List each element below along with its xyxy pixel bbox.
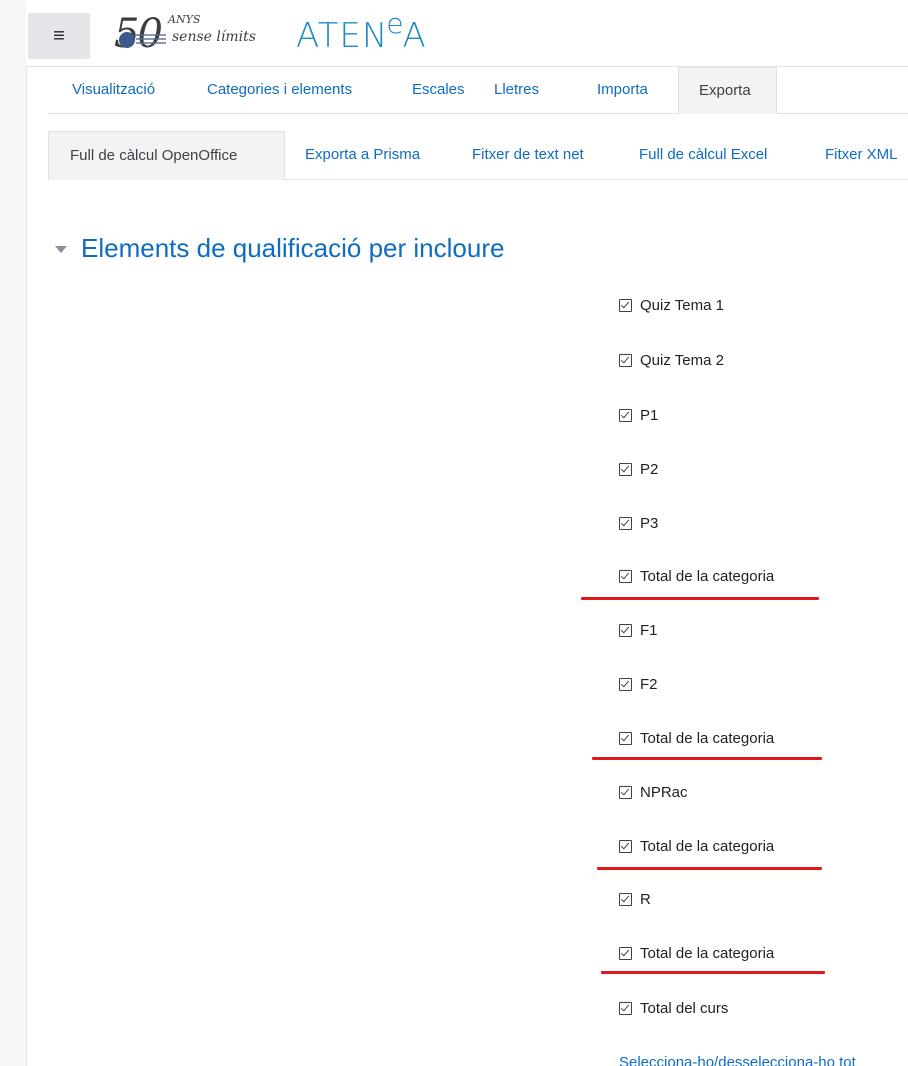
checkbox-item-p1[interactable]: P1 bbox=[619, 407, 658, 424]
section-title: Elements de qualificació per incloure bbox=[81, 233, 505, 263]
checkbox-label: Total del curs bbox=[640, 1000, 729, 1017]
checkbox-checked-icon[interactable] bbox=[619, 893, 632, 906]
checkbox-label: Total de la categoria bbox=[640, 945, 775, 962]
tab-exporta[interactable]: Exporta bbox=[678, 67, 777, 114]
tab-full-de-calcul-excel[interactable]: Full de càlcul Excel bbox=[639, 131, 767, 179]
checkbox-checked-icon[interactable] bbox=[619, 299, 632, 312]
logo-tagline: sense límits bbox=[172, 29, 256, 45]
tab-full-de-calcul-openoffice[interactable]: Full de càlcul OpenOffice bbox=[48, 131, 285, 180]
tab-fitxer-de-text-net[interactable]: Fitxer de text net bbox=[472, 131, 584, 179]
page: ≡ 50 ANYS sense límits ATENeA Visualitza… bbox=[0, 0, 908, 1066]
logo-anys: ANYS bbox=[168, 13, 201, 26]
university-seal-icon bbox=[119, 32, 135, 48]
app-name-sup: e bbox=[386, 7, 405, 40]
checkbox-label: NPRac bbox=[640, 784, 688, 801]
select-all-link[interactable]: Selecciona-ho/desselecciona-ho tot bbox=[619, 1054, 856, 1066]
anniversary-logo[interactable]: 50 ANYS sense límits bbox=[114, 12, 274, 62]
highlight-underline bbox=[581, 597, 819, 600]
checkbox-checked-icon[interactable] bbox=[619, 840, 632, 853]
checkbox-checked-icon[interactable] bbox=[619, 354, 632, 367]
checkbox-item-quiz-tema-1[interactable]: Quiz Tema 1 bbox=[619, 297, 724, 314]
caret-down-icon[interactable] bbox=[55, 245, 67, 253]
checkbox-item-quiz-tema-2[interactable]: Quiz Tema 2 bbox=[619, 352, 724, 369]
checkbox-checked-icon[interactable] bbox=[619, 624, 632, 637]
tab-fitxer-xml[interactable]: Fitxer XML bbox=[825, 131, 898, 179]
checkbox-item-nprac[interactable]: NPRac bbox=[619, 784, 688, 801]
checkbox-item-total-categoria-3[interactable]: Total de la categoria bbox=[619, 838, 774, 855]
app-name-prefix: ATEN bbox=[296, 16, 389, 56]
section-header[interactable]: Elements de qualificació per incloure bbox=[55, 228, 504, 268]
checkbox-label: F1 bbox=[640, 622, 658, 639]
checkbox-label: Total de la categoria bbox=[640, 838, 775, 855]
top-navbar: ≡ 50 ANYS sense límits ATENeA bbox=[26, 0, 908, 67]
menu-button[interactable]: ≡ bbox=[28, 13, 90, 59]
app-name-suffix: A bbox=[402, 16, 427, 56]
checkbox-item-total-categoria-4[interactable]: Total de la categoria bbox=[619, 945, 774, 962]
checkbox-checked-icon[interactable] bbox=[619, 463, 632, 476]
tab-categories-i-elements[interactable]: Categories i elements bbox=[207, 67, 352, 113]
main-tabs: Visualització Categories i elements Esca… bbox=[48, 67, 908, 114]
highlight-underline bbox=[592, 757, 822, 760]
checkbox-item-total-del-curs[interactable]: Total del curs bbox=[619, 1000, 728, 1017]
checkbox-item-f1[interactable]: F1 bbox=[619, 622, 658, 639]
checkbox-label: Total de la categoria bbox=[640, 730, 775, 747]
checkbox-checked-icon[interactable] bbox=[619, 732, 632, 745]
checkbox-label: Quiz Tema 1 bbox=[640, 297, 724, 314]
checkbox-item-total-categoria-1[interactable]: Total de la categoria bbox=[619, 568, 774, 585]
checkbox-label: P1 bbox=[640, 407, 659, 424]
checkbox-label: Total de la categoria bbox=[640, 568, 775, 585]
tab-escales[interactable]: Escales bbox=[412, 67, 465, 113]
checkbox-checked-icon[interactable] bbox=[619, 409, 632, 422]
tab-lletres[interactable]: Lletres bbox=[494, 67, 539, 113]
checkbox-label: P3 bbox=[640, 515, 659, 532]
checkbox-checked-icon[interactable] bbox=[619, 517, 632, 530]
hamburger-menu-icon: ≡ bbox=[53, 24, 65, 47]
checkbox-checked-icon[interactable] bbox=[619, 678, 632, 691]
export-format-tabs: Full de càlcul OpenOffice Exporta a Pris… bbox=[48, 131, 908, 180]
app-logo[interactable]: ATENeA bbox=[296, 7, 427, 58]
tab-visualitzacio[interactable]: Visualització bbox=[72, 67, 155, 113]
checkbox-checked-icon[interactable] bbox=[619, 786, 632, 799]
highlight-underline bbox=[597, 867, 822, 870]
checkbox-label: P2 bbox=[640, 461, 659, 478]
checkbox-label: Quiz Tema 2 bbox=[640, 352, 724, 369]
checkbox-item-total-categoria-2[interactable]: Total de la categoria bbox=[619, 730, 774, 747]
checkbox-label: R bbox=[640, 891, 651, 908]
left-drawer-strip bbox=[0, 0, 27, 1066]
checkbox-label: F2 bbox=[640, 676, 658, 693]
checkbox-checked-icon[interactable] bbox=[619, 947, 632, 960]
tab-exporta-a-prisma[interactable]: Exporta a Prisma bbox=[305, 131, 420, 179]
checkbox-item-r[interactable]: R bbox=[619, 891, 651, 908]
checkbox-item-f2[interactable]: F2 bbox=[619, 676, 658, 693]
tab-importa[interactable]: Importa bbox=[597, 67, 648, 113]
highlight-underline bbox=[601, 971, 825, 974]
checkbox-item-p3[interactable]: P3 bbox=[619, 515, 658, 532]
checkbox-checked-icon[interactable] bbox=[619, 570, 632, 583]
checkbox-checked-icon[interactable] bbox=[619, 1002, 632, 1015]
university-wordmark-icon bbox=[136, 34, 166, 46]
checkbox-item-p2[interactable]: P2 bbox=[619, 461, 658, 478]
